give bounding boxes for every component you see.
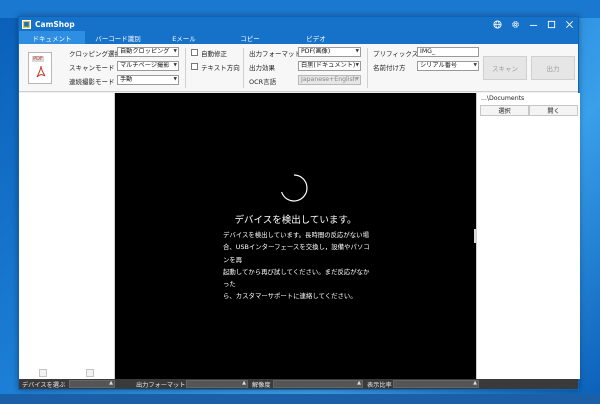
output-button[interactable]: 出力 xyxy=(531,56,575,80)
message-line: ら、カスタマーサポートに連絡してください。 xyxy=(223,292,357,301)
globe-icon[interactable] xyxy=(488,17,506,31)
naming-select[interactable]: シリアル番号 xyxy=(417,61,479,71)
output-effect-select[interactable]: 白黒(ドキュメント) xyxy=(298,61,361,71)
thumbnail-panel xyxy=(19,93,115,379)
scan-button[interactable]: スキャン xyxy=(483,56,527,80)
loading-spinner-icon xyxy=(281,174,308,202)
message-line: デバイスを検出しています。長時間の反応がない場 xyxy=(223,231,369,239)
resolution-select[interactable] xyxy=(273,380,363,388)
tab-email[interactable]: Eメール xyxy=(151,31,217,44)
open-folder-button[interactable]: 開く xyxy=(529,105,578,116)
detecting-title: デバイスを検出しています。 xyxy=(234,215,357,226)
acrobat-icon xyxy=(36,65,46,78)
bottom-output-format-label: 出力フォーマット xyxy=(136,382,186,389)
bottom-output-format-select[interactable] xyxy=(186,380,248,388)
message-line: 合、USBインターフェースを交換し，設備やパソコンを再 xyxy=(223,243,370,264)
scan-mode-select[interactable]: マルチページ撮影 xyxy=(117,61,179,71)
separator xyxy=(185,48,186,88)
status-bar: デバイスを選ぶ 出力フォーマット 解像度 表示比率 xyxy=(19,379,578,389)
resolution-label: 解像度 xyxy=(252,382,271,389)
pdf-format-button[interactable]: PDF xyxy=(28,52,52,84)
crop-label: クロッピング選択 xyxy=(69,50,121,58)
maximize-icon[interactable] xyxy=(542,17,560,31)
display-ratio-select[interactable] xyxy=(393,380,479,388)
prefix-input[interactable]: IMG_ xyxy=(417,47,479,57)
output-format-select[interactable]: PDF(画像) xyxy=(298,47,361,57)
separator xyxy=(367,48,368,88)
taskbar xyxy=(0,394,600,404)
output-format-label: 出力フォーマット xyxy=(249,50,301,58)
scan-mode-label: スキャンモード xyxy=(69,64,115,72)
separator xyxy=(243,48,244,88)
app-logo-icon: ■ xyxy=(22,19,31,29)
minimize-icon[interactable] xyxy=(524,17,542,31)
camera-preview: デバイスを検出しています。 デバイスを検出しています。長時間の反応がない場 合、… xyxy=(115,93,476,379)
prefix-label: プリフィックス xyxy=(373,50,419,58)
detecting-message: デバイスを検出しています。長時間の反応がない場 合、USBインターフェースを交換… xyxy=(223,229,373,303)
tab-document[interactable]: ドキュメント xyxy=(19,31,85,44)
app-window: ■ CamShop ドキュメント バーコード識別 Eメール コピー ビデオ PD… xyxy=(18,16,580,390)
ocr-language-label: OCR言語 xyxy=(249,78,277,86)
select-folder-button[interactable]: 選択 xyxy=(480,105,529,116)
tab-copy[interactable]: コピー xyxy=(217,31,283,44)
message-line: 起動してから再び試してください。まだ反応がなかった xyxy=(223,267,370,289)
close-icon[interactable] xyxy=(560,17,578,31)
toolbar: PDF クロッピング選択 自動クロッピング スキャンモード マルチページ撮影 連… xyxy=(19,44,578,92)
burst-mode-select[interactable]: 手動 xyxy=(117,75,179,85)
copy-icon[interactable] xyxy=(86,369,95,377)
auto-correct-label: 自動修正 xyxy=(201,50,227,58)
trash-icon[interactable] xyxy=(38,369,47,377)
thumbnail-actions xyxy=(19,367,114,379)
text-direction-checkbox[interactable] xyxy=(191,63,198,70)
burst-mode-label: 連続撮影モード xyxy=(69,78,115,86)
folder-buttons: 選択 開く xyxy=(480,105,578,116)
tab-barcode[interactable]: バーコード識別 xyxy=(85,31,151,44)
text-direction-label: テキスト方向 xyxy=(201,64,240,72)
auto-correct-checkbox[interactable] xyxy=(191,49,198,56)
device-select[interactable] xyxy=(69,380,115,388)
app-title: CamShop xyxy=(35,19,75,29)
tab-video[interactable]: ビデオ xyxy=(283,31,349,44)
output-folder-panel: ...\Documents 選択 開く xyxy=(476,93,580,379)
output-effect-label: 出力効果 xyxy=(249,64,275,72)
window-controls xyxy=(488,17,578,31)
tab-bar: ドキュメント バーコード識別 Eメール コピー ビデオ xyxy=(19,31,578,44)
gear-icon[interactable] xyxy=(506,17,524,31)
device-label: デバイスを選ぶ xyxy=(22,382,66,389)
naming-label: 名前付け方 xyxy=(373,64,406,72)
pdf-tag: PDF xyxy=(32,56,44,62)
title-bar: ■ CamShop xyxy=(19,17,578,31)
folder-path: ...\Documents xyxy=(481,95,525,102)
crop-select[interactable]: 自動クロッピング xyxy=(117,47,179,57)
ocr-language-select[interactable]: Japanese+English xyxy=(298,75,361,85)
display-ratio-label: 表示比率 xyxy=(367,382,392,389)
